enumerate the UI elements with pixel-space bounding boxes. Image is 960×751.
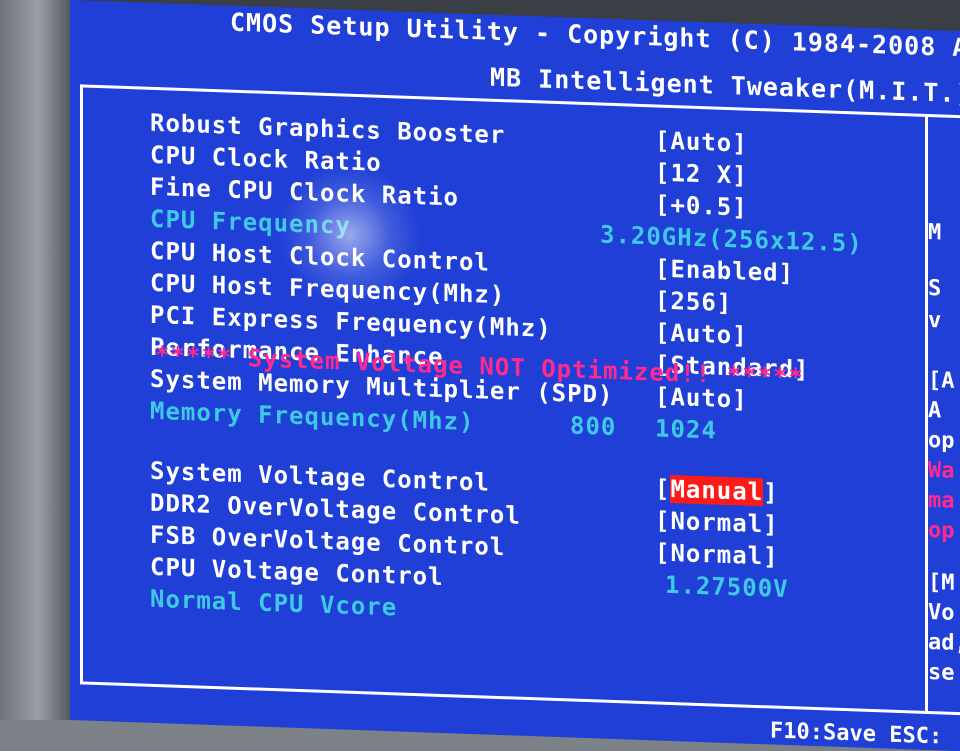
help-text-line: op (928, 427, 955, 454)
setting-value[interactable]: 1.27500V (665, 571, 789, 603)
help-text-line: op (928, 517, 955, 544)
setting-value[interactable]: [Auto] (655, 318, 748, 349)
footer-key-hints: F10:Save ESC: (770, 718, 943, 750)
help-text-line: Vo (928, 599, 955, 626)
bracket-open: [ (655, 474, 671, 503)
help-text-line: A (928, 397, 942, 424)
setting-value[interactable]: [Auto] (655, 126, 748, 157)
help-text-line: M (928, 219, 942, 246)
help-text-line: ma (928, 487, 955, 514)
selected-value-highlight[interactable]: Manual (670, 474, 764, 507)
help-text-line: [A (928, 367, 955, 394)
bracket-close: ] (763, 478, 779, 507)
memory-frequency-effective: 1024 (655, 414, 717, 445)
help-text-line: Wa (928, 457, 955, 484)
setting-value[interactable]: [Normal] (655, 506, 779, 538)
setting-value[interactable]: [256] (655, 286, 732, 317)
setting-value[interactable]: [Manual] (655, 474, 779, 506)
setting-value[interactable]: [+0.5] (655, 190, 748, 221)
help-text-line: se (928, 659, 955, 686)
bios-screen: CMOS Setup Utility - Copyright (C) 1984-… (70, 0, 960, 751)
setting-value[interactable]: [Enabled] (655, 254, 794, 287)
setting-value[interactable]: [Normal] (655, 538, 779, 570)
help-text-line: S (928, 275, 942, 302)
help-text-line: ad, (928, 629, 960, 657)
help-text-line: v (928, 307, 942, 334)
help-text-line: [M (928, 569, 955, 596)
memory-frequency-base: 800 (570, 411, 617, 442)
setting-value[interactable]: [12 X] (655, 158, 748, 189)
